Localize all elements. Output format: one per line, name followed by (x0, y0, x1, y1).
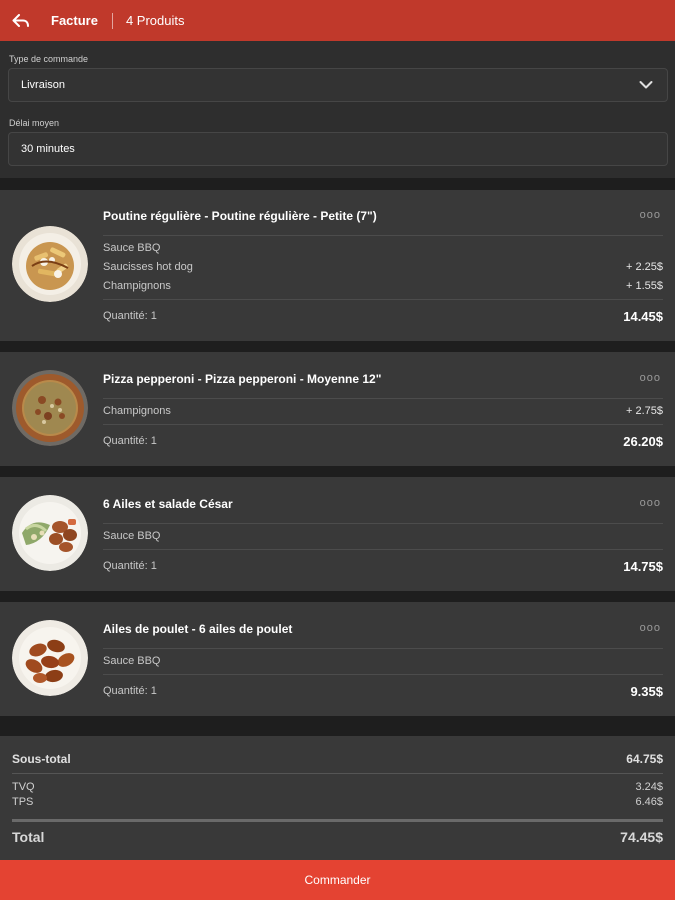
top-bar: Facture 4 Produits (0, 0, 675, 41)
total-value: 74.45$ (620, 829, 663, 845)
chevron-down-icon (639, 81, 653, 89)
product-image (12, 620, 88, 696)
delay-value: 30 minutes (21, 143, 75, 155)
more-options-icon[interactable]: ooo (640, 372, 661, 384)
delay-label: Délai moyen (9, 118, 60, 128)
section-divider (0, 178, 675, 190)
item-quantity: Quantité: 1 (103, 685, 157, 697)
tvq-label: TVQ (12, 781, 35, 793)
option-row: Champignons + 2.75$ (103, 405, 663, 424)
order-summary: Sous-total 64.75$ TVQ 3.24$ TPS 6.46$ To… (0, 736, 675, 860)
section-divider (0, 466, 675, 477)
summary-divider (12, 773, 663, 774)
more-options-icon[interactable]: ooo (640, 497, 661, 509)
section-divider (0, 341, 675, 352)
summary-divider (12, 819, 663, 822)
option-name: Saucisses hot dog (103, 261, 193, 273)
divider (103, 523, 663, 524)
option-price: + 2.25$ (625, 261, 663, 273)
option-name: Sauce BBQ (103, 242, 161, 254)
order-button[interactable]: Commander (0, 860, 675, 900)
item-price: 14.75$ (623, 559, 663, 574)
option-name: Champignons (103, 405, 171, 417)
option-price: + 2.75$ (625, 405, 663, 417)
option-name: Champignons (103, 280, 171, 292)
item-quantity: Quantité: 1 (103, 560, 157, 572)
tps-value: 6.46$ (635, 796, 663, 808)
divider (103, 648, 663, 649)
tvq-value: 3.24$ (635, 781, 663, 793)
option-price: + 1.55$ (625, 280, 663, 292)
product-image (12, 226, 88, 302)
item-title: Ailes de poulet - 6 ailes de poulet (103, 622, 293, 636)
option-row: Champignons + 1.55$ (103, 280, 663, 299)
option-row: Sauce BBQ (103, 242, 663, 261)
order-type-label: Type de commande (9, 54, 89, 64)
item-price: 14.45$ (623, 309, 663, 324)
section-divider (0, 591, 675, 602)
divider (103, 674, 663, 675)
option-row: Sauce BBQ (103, 530, 663, 549)
cart-item: Pizza pepperoni - Pizza pepperoni - Moye… (0, 352, 675, 466)
item-quantity: Quantité: 1 (103, 310, 157, 322)
item-title: Poutine régulière - Poutine régulière - … (103, 209, 377, 223)
item-price: 9.35$ (630, 684, 663, 699)
item-quantity: Quantité: 1 (103, 435, 157, 447)
section-divider (0, 716, 675, 736)
divider (103, 549, 663, 550)
option-name: Sauce BBQ (103, 655, 161, 667)
order-form: Type de commande Livraison Délai moyen 3… (0, 41, 675, 178)
divider (103, 424, 663, 425)
more-options-icon[interactable]: ooo (640, 622, 661, 634)
order-type-select[interactable]: Livraison (8, 68, 668, 102)
page-title: Facture (51, 13, 98, 28)
item-title: Pizza pepperoni - Pizza pepperoni - Moye… (103, 372, 382, 386)
option-name: Sauce BBQ (103, 530, 161, 542)
cart-item: Poutine régulière - Poutine régulière - … (0, 190, 675, 341)
divider (103, 235, 663, 236)
subtotal-label: Sous-total (12, 752, 71, 766)
product-count: 4 Produits (125, 13, 185, 28)
product-image (12, 495, 88, 571)
title-divider (111, 12, 113, 29)
back-button[interactable] (1, 0, 41, 41)
option-row: Saucisses hot dog + 2.25$ (103, 261, 663, 280)
cart-item: Ailes de poulet - 6 ailes de poulet ooo … (0, 602, 675, 716)
order-type-value: Livraison (21, 79, 66, 91)
subtotal-value: 64.75$ (626, 752, 663, 766)
total-label: Total (12, 829, 45, 845)
divider (103, 299, 663, 300)
cart-item: 6 Ailes et salade César ooo Sauce BBQ Qu… (0, 477, 675, 591)
divider (103, 398, 663, 399)
item-title: 6 Ailes et salade César (103, 497, 233, 511)
item-price: 26.20$ (623, 434, 663, 449)
product-image (12, 370, 88, 446)
delay-field: 30 minutes (8, 132, 668, 166)
tps-label: TPS (12, 796, 34, 808)
reply-arrow-icon (12, 13, 29, 27)
more-options-icon[interactable]: ooo (640, 209, 661, 221)
option-row: Sauce BBQ (103, 655, 663, 674)
